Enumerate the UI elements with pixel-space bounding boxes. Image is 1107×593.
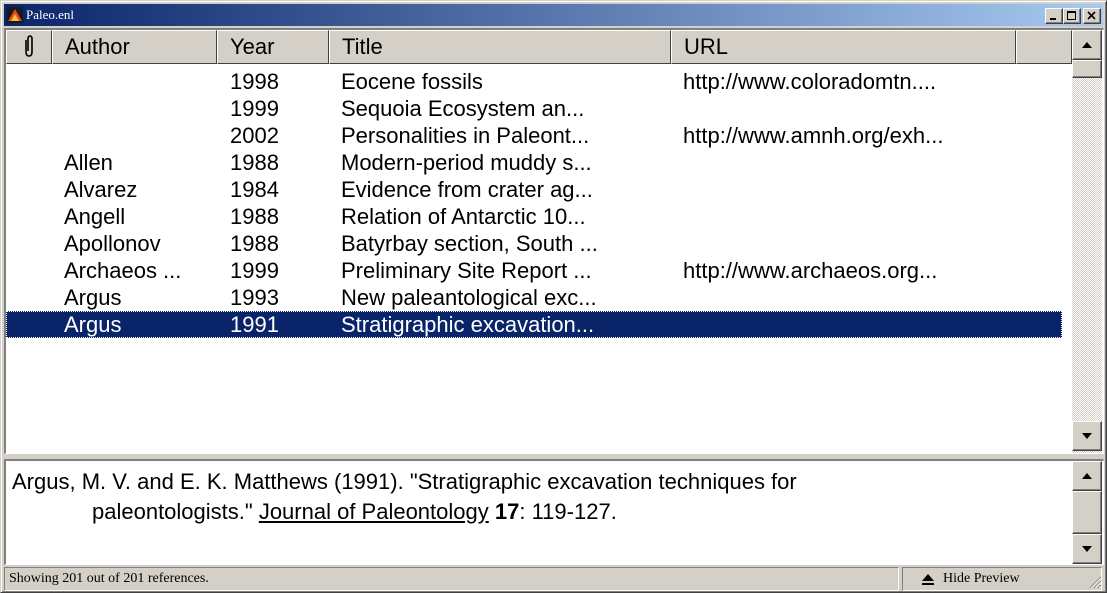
author-cell: Allen	[64, 150, 113, 175]
minimize-icon	[1050, 18, 1056, 20]
author-cell: Archaeos ...	[64, 258, 182, 283]
endnote-library-window: Paleo.enl Author Year Title URL 1998 Eoc…	[0, 0, 1107, 593]
scroll-thumb[interactable]	[1072, 491, 1102, 534]
title-cell: Relation of Antarctic 10...	[341, 204, 586, 229]
list-scrollbar[interactable]	[1072, 30, 1102, 453]
status-text: Showing 201 out of 201 references.	[4, 567, 899, 591]
column-title[interactable]: Title	[329, 30, 671, 64]
column-url-label: URL	[684, 34, 729, 59]
year-cell: 1991	[230, 312, 279, 337]
table-row[interactable]: Argus 1993 New paleantological exc...	[6, 284, 1062, 311]
close-icon	[1087, 11, 1096, 20]
title-cell: Sequoia Ecosystem an...	[341, 96, 585, 121]
column-header: Author Year Title URL	[6, 30, 1072, 64]
url-cell: http://www.coloradomtn....	[683, 69, 937, 94]
scroll-thumb[interactable]	[1072, 60, 1102, 78]
scroll-up-button[interactable]	[1072, 461, 1102, 491]
table-row[interactable]: 1998 Eocene fossils http://www.coloradom…	[6, 68, 1062, 95]
arrow-down-icon	[1082, 546, 1092, 552]
table-row[interactable]: Angell 1988 Relation of Antarctic 10...	[6, 203, 1062, 230]
author-cell: Alvarez	[64, 177, 138, 202]
table-row[interactable]: 2002 Personalities in Paleont... http://…	[6, 122, 1062, 149]
title-cell: Evidence from crater ag...	[341, 177, 593, 202]
reference-list[interactable]: Author Year Title URL 1998 Eocene fossil…	[4, 28, 1104, 454]
triangle-up-icon	[922, 574, 934, 585]
column-year-label: Year	[230, 34, 275, 59]
column-author-label: Author	[65, 34, 130, 59]
arrow-up-icon	[1082, 42, 1092, 48]
author-cell: Argus	[64, 312, 122, 337]
title-cell: Stratigraphic excavation...	[341, 312, 595, 337]
year-cell: 1998	[230, 69, 279, 94]
reference-rows: 1998 Eocene fossils http://www.coloradom…	[6, 64, 1072, 450]
url-cell: http://www.amnh.org/exh...	[683, 123, 944, 148]
citation-line-2: paleontologists." Journal of Paleontolog…	[12, 497, 1062, 527]
title-cell: Batyrbay section, South ...	[341, 231, 598, 256]
maximize-icon	[1067, 11, 1076, 20]
citation-line-1: Argus, M. V. and E. K. Matthews (1991). …	[12, 469, 797, 494]
status-bar: Showing 201 out of 201 references. Hide …	[4, 567, 1104, 591]
column-title-label: Title	[342, 34, 383, 59]
arrow-up-icon	[1082, 473, 1092, 479]
title-bar[interactable]: Paleo.enl	[4, 4, 1103, 26]
preview-scrollbar[interactable]	[1072, 461, 1102, 564]
table-row[interactable]: Archaeos ... 1999 Preliminary Site Repor…	[6, 257, 1062, 284]
column-author[interactable]: Author	[52, 30, 217, 64]
close-button[interactable]	[1083, 8, 1101, 24]
citation-preview: Argus, M. V. and E. K. Matthews (1991). …	[12, 467, 1062, 527]
table-row[interactable]: Allen 1988 Modern-period muddy s...	[6, 149, 1062, 176]
year-cell: 1993	[230, 285, 279, 310]
endnote-app-icon	[7, 7, 23, 23]
scroll-up-button[interactable]	[1072, 30, 1102, 60]
window-title: Paleo.enl	[26, 7, 75, 22]
preview-pane[interactable]: Argus, M. V. and E. K. Matthews (1991). …	[4, 459, 1104, 565]
year-cell: 1988	[230, 150, 279, 175]
author-cell: Argus	[64, 285, 122, 310]
resize-grip-icon[interactable]	[1088, 575, 1102, 589]
maximize-button[interactable]	[1063, 8, 1081, 24]
citation-text: paleontologists."	[92, 499, 259, 524]
title-cell: Preliminary Site Report ...	[341, 258, 592, 283]
column-empty	[1016, 30, 1072, 64]
author-cell: Angell	[64, 204, 126, 229]
hide-preview-label: Hide Preview	[943, 571, 1020, 586]
journal-name: Journal of Paleontology	[258, 499, 489, 524]
volume-number: 17	[494, 499, 520, 524]
selected-table-row[interactable]: Argus 1991 Stratigraphic excavation...	[6, 311, 1062, 338]
column-url[interactable]: URL	[671, 30, 1016, 64]
paperclip-icon	[25, 35, 33, 57]
year-cell: 1988	[230, 204, 279, 229]
table-row[interactable]: Apollonov 1988 Batyrbay section, South .…	[6, 230, 1062, 257]
arrow-down-icon	[1082, 433, 1092, 439]
author-cell: Apollonov	[64, 231, 161, 256]
table-row[interactable]: 1999 Sequoia Ecosystem an...	[6, 95, 1062, 122]
year-cell: 1988	[230, 231, 279, 256]
year-cell: 1999	[230, 258, 279, 283]
pages-text: : 119-127.	[519, 499, 617, 524]
scroll-down-button[interactable]	[1072, 421, 1102, 451]
url-cell: http://www.archaeos.org...	[683, 258, 938, 283]
title-cell: New paleantological exc...	[341, 285, 597, 310]
table-row[interactable]: Alvarez 1984 Evidence from crater ag...	[6, 176, 1062, 203]
column-attachment[interactable]	[6, 30, 52, 64]
minimize-button[interactable]	[1045, 8, 1063, 24]
title-cell: Personalities in Paleont...	[341, 123, 590, 148]
title-cell: Modern-period muddy s...	[341, 150, 592, 175]
column-year[interactable]: Year	[217, 30, 329, 64]
status-right-panel: Hide Preview	[902, 567, 1102, 591]
year-cell: 1984	[230, 177, 279, 202]
scroll-down-button[interactable]	[1072, 534, 1102, 564]
title-cell: Eocene fossils	[341, 69, 483, 94]
year-cell: 1999	[230, 96, 279, 121]
year-cell: 2002	[230, 123, 279, 148]
